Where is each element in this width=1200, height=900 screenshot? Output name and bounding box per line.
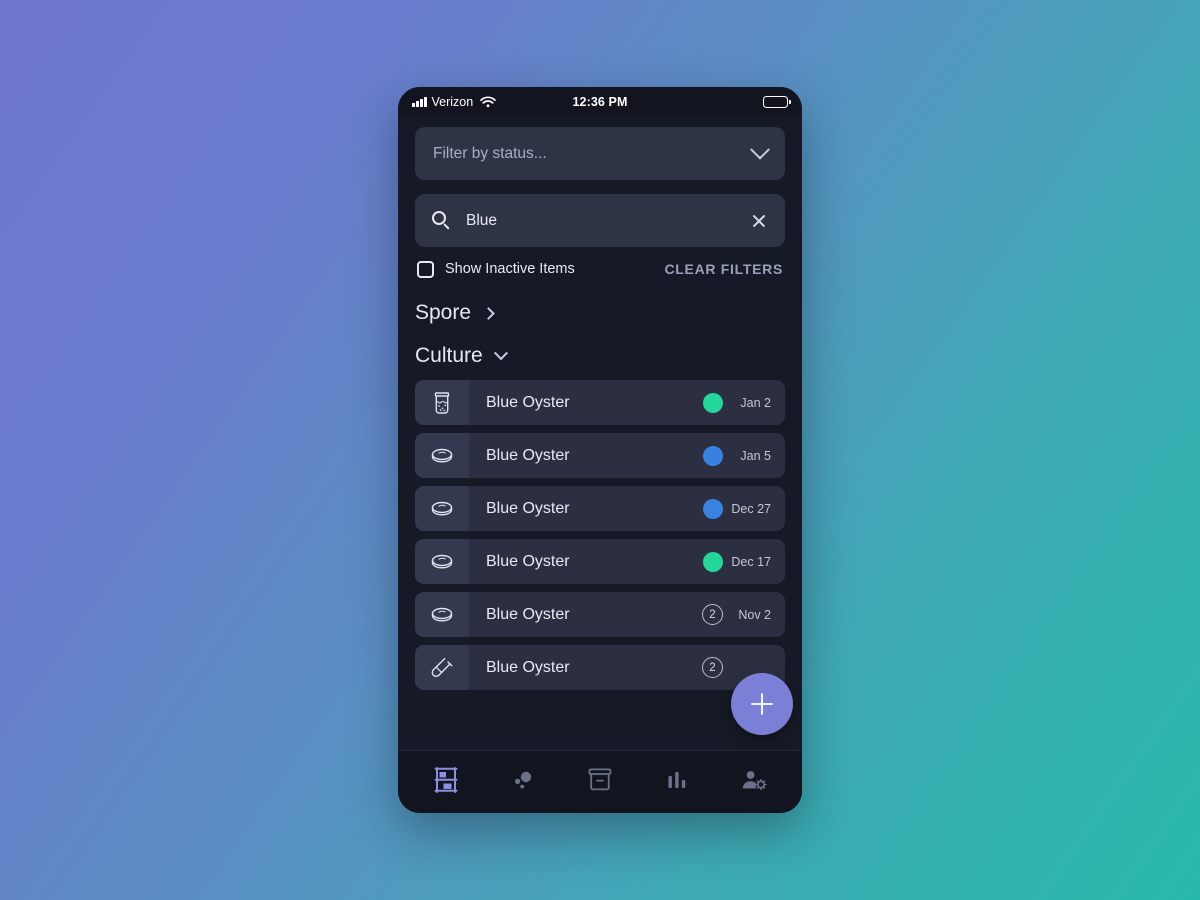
nav-item-shelf[interactable] bbox=[423, 762, 469, 802]
status-bar: Verizon 12:36 PM bbox=[398, 87, 802, 117]
chevron-right-icon bbox=[482, 306, 495, 320]
row-title: Blue Oyster bbox=[486, 658, 570, 676]
row-title: Blue Oyster bbox=[486, 499, 570, 517]
chevron-down-icon bbox=[750, 139, 770, 160]
row-date: Jan 5 bbox=[740, 448, 771, 463]
nav-item-stats[interactable] bbox=[654, 762, 700, 802]
row-date: Dec 27 bbox=[731, 501, 771, 516]
table-row[interactable]: Blue Oyster Dec 27 bbox=[415, 486, 785, 531]
table-row[interactable]: Blue Oyster Jan 5 bbox=[415, 433, 785, 478]
section-title-spore: Spore bbox=[415, 301, 472, 324]
section-title-culture: Culture bbox=[415, 344, 483, 367]
row-title: Blue Oyster bbox=[486, 446, 570, 464]
status-bar-right bbox=[763, 96, 791, 108]
petri-dish-icon bbox=[415, 539, 469, 584]
table-row[interactable]: Blue Oyster Jan 2 bbox=[415, 380, 785, 425]
search-input[interactable] bbox=[466, 211, 735, 230]
status-badge bbox=[703, 551, 723, 572]
archive-box-icon bbox=[587, 767, 613, 797]
row-title: Blue Oyster bbox=[486, 393, 570, 411]
status-badge bbox=[703, 392, 723, 413]
status-badge: 2 bbox=[702, 657, 723, 678]
app-screen: Filter by status... Show Inactive Items … bbox=[398, 117, 802, 750]
search-icon bbox=[432, 211, 451, 230]
search-box[interactable] bbox=[415, 194, 785, 247]
show-inactive-toggle[interactable]: Show Inactive Items bbox=[417, 260, 575, 278]
status-bar-left: Verizon bbox=[412, 95, 497, 109]
status-badge bbox=[703, 498, 723, 519]
nav-item-user-settings[interactable] bbox=[731, 762, 777, 802]
table-row[interactable]: Blue Oyster Dec 17 bbox=[415, 539, 785, 584]
culture-list: Blue Oyster Jan 2 Blue Oyster Jan 5 Blue… bbox=[415, 380, 785, 690]
checkbox-icon[interactable] bbox=[417, 260, 434, 278]
bar-chart-icon bbox=[665, 768, 689, 797]
carrier-label: Verizon bbox=[431, 95, 474, 109]
row-date: Jan 2 bbox=[740, 395, 771, 410]
shelf-icon bbox=[433, 766, 459, 799]
row-date: Nov 2 bbox=[738, 607, 771, 622]
nav-item-archive[interactable] bbox=[577, 762, 623, 802]
table-row[interactable]: Blue Oyster 2 bbox=[415, 645, 785, 690]
chevron-down-icon bbox=[493, 346, 508, 361]
petri-dish-icon bbox=[415, 592, 469, 637]
phone-frame: Verizon 12:36 PM Filter by status... Blu… bbox=[398, 87, 802, 813]
spores-icon bbox=[510, 767, 536, 798]
user-settings-icon bbox=[741, 768, 767, 797]
status-filter-label: Filter by status... bbox=[433, 144, 547, 162]
battery-icon bbox=[763, 96, 791, 108]
clear-filters-button[interactable]: CLEAR FILTERS bbox=[664, 261, 783, 277]
plus-icon bbox=[751, 693, 773, 715]
row-title: Blue Oyster bbox=[486, 552, 570, 570]
petri-dish-icon bbox=[415, 486, 469, 531]
show-inactive-label: Show Inactive Items bbox=[445, 261, 575, 277]
nav-item-spores[interactable] bbox=[500, 762, 546, 802]
status-filter-select[interactable]: Filter by status... bbox=[415, 127, 785, 180]
jar-icon bbox=[415, 380, 469, 425]
row-date: Dec 17 bbox=[731, 554, 771, 569]
row-title: Blue Oyster bbox=[486, 605, 570, 623]
table-row[interactable]: Blue Oyster 2 Nov 2 bbox=[415, 592, 785, 637]
section-header-spore[interactable]: Spore bbox=[415, 291, 785, 334]
signal-bars-icon bbox=[412, 97, 427, 107]
bottom-navigation bbox=[398, 751, 802, 813]
petri-dish-icon bbox=[415, 433, 469, 478]
wifi-icon bbox=[480, 96, 497, 108]
close-icon[interactable] bbox=[750, 212, 768, 230]
test-tube-icon bbox=[415, 645, 469, 690]
add-button[interactable] bbox=[731, 673, 793, 735]
status-badge bbox=[703, 445, 723, 466]
section-header-culture[interactable]: Culture bbox=[415, 334, 785, 377]
filter-options-row: Show Inactive Items CLEAR FILTERS bbox=[415, 247, 785, 291]
status-badge: 2 bbox=[702, 604, 723, 625]
